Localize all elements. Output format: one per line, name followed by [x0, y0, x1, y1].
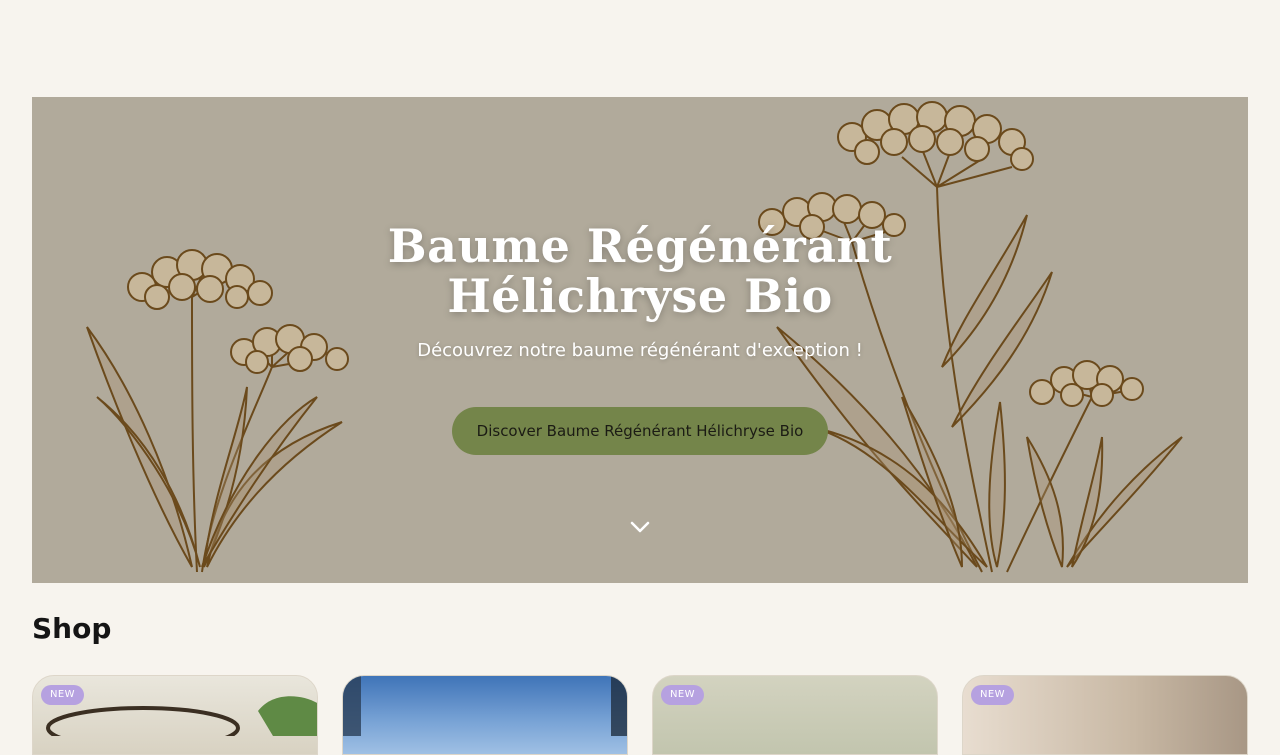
shop-heading: Shop: [32, 612, 112, 645]
chevron-down-icon[interactable]: [628, 515, 652, 539]
new-badge: NEW: [661, 685, 704, 705]
product-image: [343, 676, 627, 736]
hero-content: Baume Régénérant Hélichryse Bio Découvre…: [32, 97, 1248, 583]
new-badge: NEW: [971, 685, 1014, 705]
hero-title: Baume Régénérant Hélichryse Bio: [387, 219, 893, 323]
product-card[interactable]: [342, 675, 628, 755]
product-card[interactable]: NEW: [652, 675, 938, 755]
hero-subtitle: Découvrez notre baume régénérant d'excep…: [417, 340, 863, 361]
product-card[interactable]: NEW: [32, 675, 318, 755]
discover-product-button-label: Discover Baume Régénérant Hélichryse Bio: [476, 422, 804, 440]
discover-product-button[interactable]: Discover Baume Régénérant Hélichryse Bio: [452, 407, 828, 455]
product-grid: NEW NEW NEW: [32, 675, 1248, 755]
product-card[interactable]: NEW: [962, 675, 1248, 755]
hero-banner: Baume Régénérant Hélichryse Bio Découvre…: [32, 97, 1248, 583]
top-bar: [0, 0, 1280, 97]
new-badge: NEW: [41, 685, 84, 705]
